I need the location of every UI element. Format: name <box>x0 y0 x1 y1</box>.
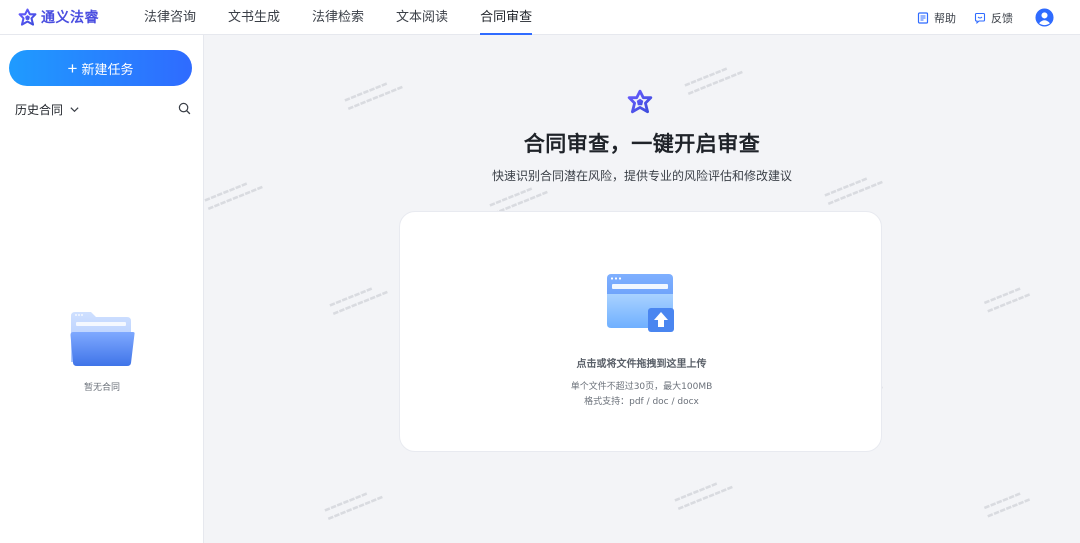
top-right-actions: 帮助 反馈 <box>917 0 1080 35</box>
history-header: 历史合同 <box>15 99 191 119</box>
watermark: ▬▬▬▬▬▬▬▬▬▬▬▬▬▬▬▬ <box>342 79 405 113</box>
page-title: 合同审查，一键开启审查 <box>523 132 761 156</box>
watermark: ▬▬▬▬▬▬▬▬▬▬▬▬▬▬▬▬ <box>682 64 745 98</box>
main-nav: 法律咨询 文书生成 法律检索 文本阅读 合同审查 <box>128 0 548 35</box>
upload-folder-icon <box>607 274 674 332</box>
brand[interactable]: 通义法睿 <box>18 7 128 27</box>
top-bar: 通义法睿 法律咨询 文书生成 法律检索 文本阅读 合同审查 帮助 反馈 <box>0 0 1080 35</box>
new-task-label: 新建任务 <box>81 61 134 77</box>
file-upload-dropzone[interactable]: 点击或将文件拖拽到这里上传 单个文件不超过30页，最大100MB 格式支持：pd… <box>399 211 882 452</box>
new-task-button[interactable]: + 新建任务 <box>9 50 192 86</box>
folder-icon <box>70 312 135 366</box>
search-icon[interactable] <box>178 102 191 115</box>
empty-state: 暂无合同 <box>0 310 204 393</box>
nav-document-generation[interactable]: 文书生成 <box>228 0 280 35</box>
history-contracts-dropdown[interactable]: 历史合同 <box>15 101 63 118</box>
feedback-link[interactable]: 反馈 <box>974 10 1013 26</box>
page-subtitle: 快速识别合同潜在风险，提供专业的风险评估和修改建议 <box>491 169 792 183</box>
empty-state-text: 暂无合同 <box>83 383 120 393</box>
plus-icon: + <box>67 58 78 78</box>
tongyi-logo-icon <box>627 89 653 114</box>
feedback-label: 反馈 <box>991 11 1013 25</box>
help-label: 帮助 <box>934 11 956 25</box>
upload-instruction: 点击或将文件拖拽到这里上传 <box>576 359 707 370</box>
nav-text-reading[interactable]: 文本阅读 <box>396 0 448 35</box>
user-avatar-icon[interactable] <box>1035 8 1054 27</box>
main-content: ▬▬▬▬▬▬▬ ▬▬▬▬▬▬▬▬▬ ▬▬▬▬▬▬▬ ▬▬▬▬▬▬▬▬▬ ▬▬▬▬▬▬… <box>203 35 1080 543</box>
chevron-down-icon[interactable] <box>69 104 80 115</box>
watermark: ▬▬▬▬▬▬ ▬▬▬▬▬▬▬ <box>982 489 1032 521</box>
document-icon <box>917 11 929 24</box>
upload-format-text: 格式支持：pdf / doc / docx <box>584 397 699 407</box>
upload-limit-text: 单个文件不超过30页，最大100MB <box>570 382 713 392</box>
brand-name: 通义法睿 <box>41 10 99 26</box>
nav-contract-review[interactable]: 合同审查 <box>480 0 533 35</box>
nav-legal-consult[interactable]: 法律咨询 <box>144 0 196 35</box>
chat-icon <box>974 12 986 24</box>
tongyi-logo-icon <box>18 8 37 26</box>
watermark: ▬▬▬▬▬▬ ▬▬▬▬▬▬▬ <box>982 284 1032 316</box>
watermark: ▬▬▬▬▬▬▬▬▬▬▬▬▬▬▬▬ <box>327 284 390 318</box>
watermark: ▬▬▬▬▬▬▬▬▬▬▬▬▬▬▬▬ <box>322 489 385 523</box>
sidebar: + 新建任务 历史合同 暂无合同 <box>0 35 204 543</box>
watermark: ▬▬▬▬▬▬▬▬▬▬▬▬▬▬▬▬ <box>672 479 735 513</box>
help-link[interactable]: 帮助 <box>917 10 956 26</box>
nav-legal-search[interactable]: 法律检索 <box>312 0 364 35</box>
